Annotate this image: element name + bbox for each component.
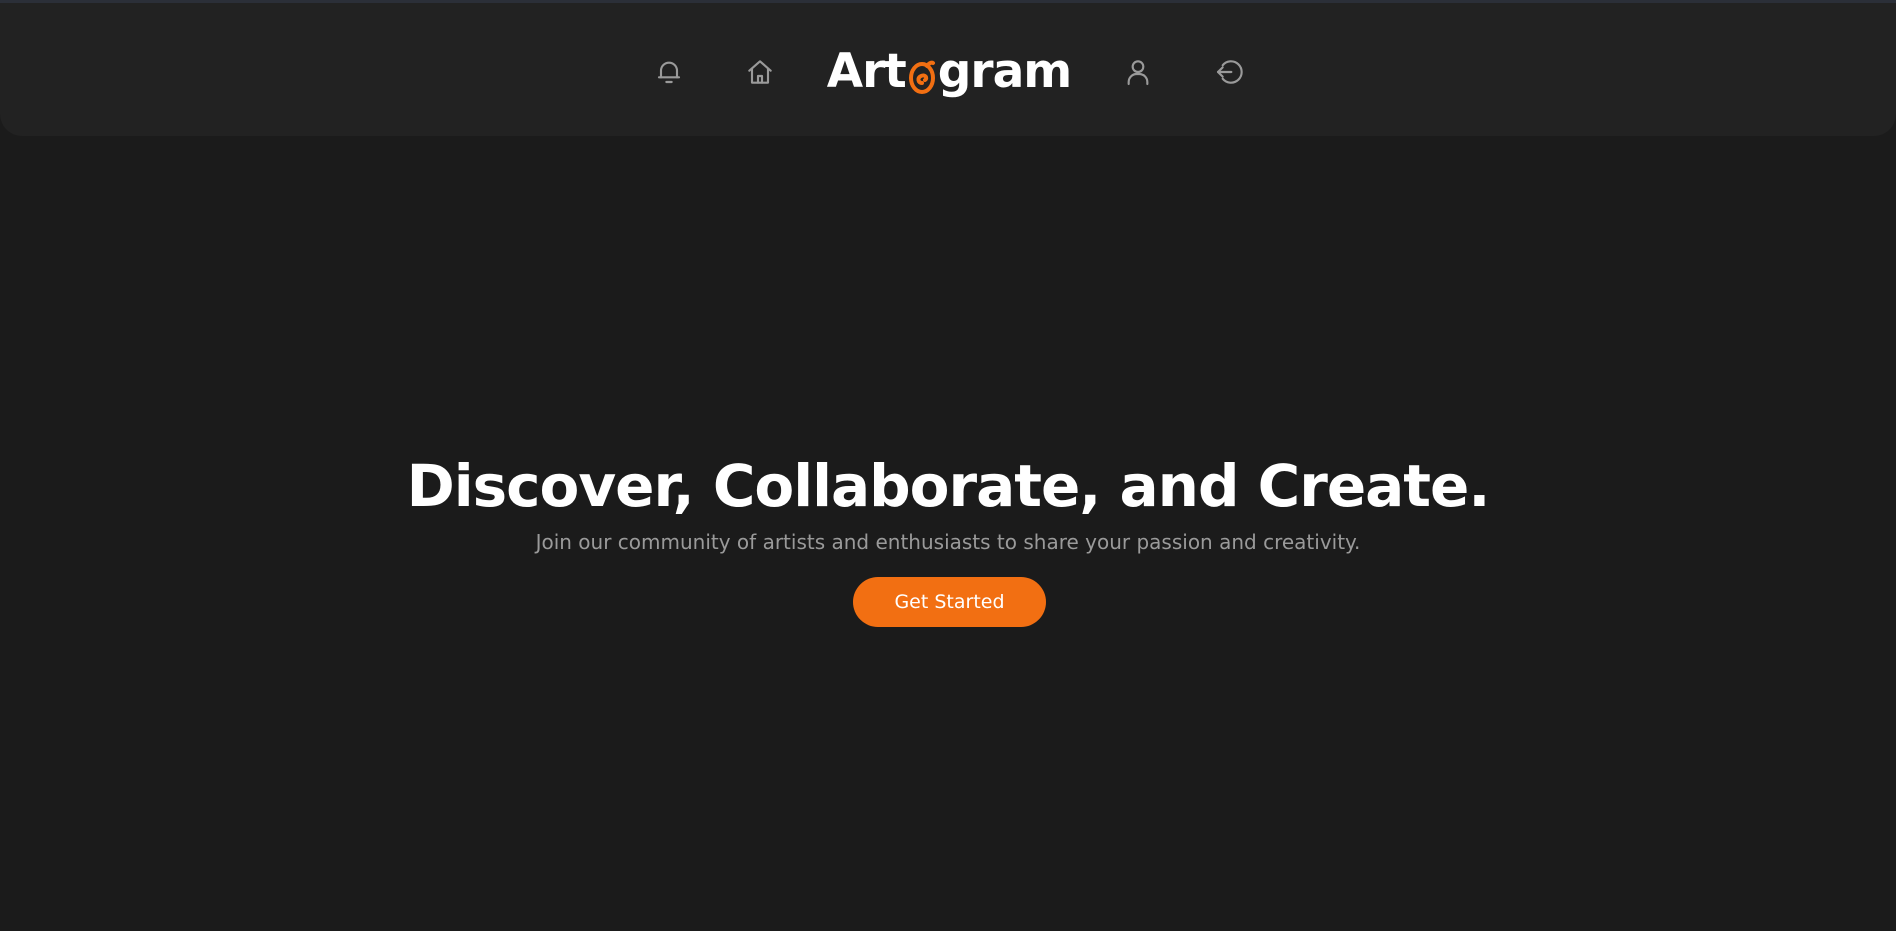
navbar: Art gram (0, 3, 1896, 136)
logo-text-start: Art (826, 43, 907, 99)
get-started-button[interactable]: Get Started (853, 577, 1046, 627)
home-icon[interactable] (740, 52, 780, 92)
logo-text-end: gram (937, 43, 1073, 99)
hero-subtitle: Join our community of artists and enthus… (535, 530, 1361, 554)
bell-icon[interactable] (649, 52, 689, 92)
logout-icon[interactable] (1210, 52, 1250, 92)
user-icon[interactable] (1118, 52, 1158, 92)
artogram-logo[interactable]: Art gram (827, 39, 1073, 103)
hero-title: Discover, Collaborate, and Create. (406, 452, 1491, 520)
logo-swirl-icon (907, 53, 937, 94)
